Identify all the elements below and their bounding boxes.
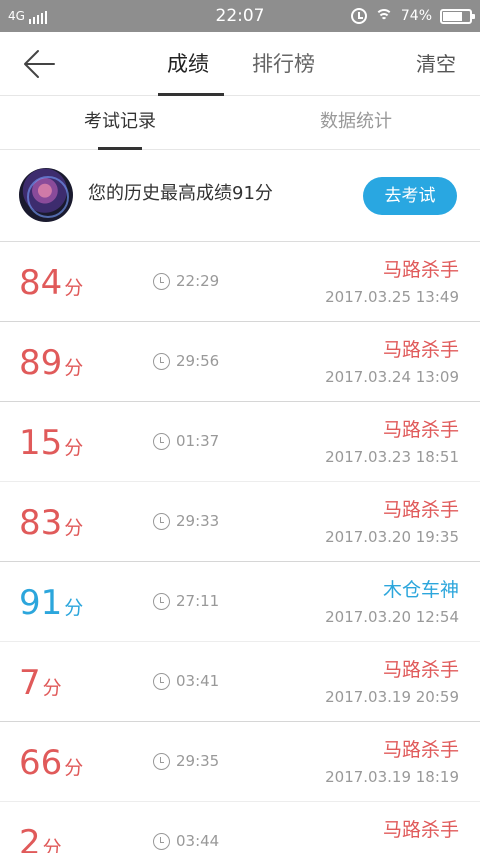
clock-icon: [153, 672, 170, 690]
score: 7分: [19, 663, 62, 703]
clock-icon: [153, 272, 170, 290]
score-unit: 分: [64, 357, 84, 379]
duration-value: 03:44: [176, 832, 220, 850]
exam-record-list: 84 分 22:29 马路杀手 2017.03.25 13:49 89 分 29:5…: [0, 242, 480, 853]
wifi-icon: [374, 9, 393, 23]
record-date: 2017.03.19 18:19: [325, 768, 459, 786]
clock-icon: [153, 592, 170, 610]
status-bar: 4G 22:07 74%: [0, 0, 480, 32]
duration-value: 27:11: [176, 592, 220, 610]
record-date: 2017.03.24 13:09: [325, 368, 459, 386]
score-value: 84: [19, 263, 63, 303]
battery-percent: 74%: [400, 8, 432, 24]
record-date: 2017.03.19 20:59: [325, 688, 459, 706]
list-item[interactable]: 84 分 22:29 马路杀手 2017.03.25 13:49: [0, 242, 480, 322]
score-unit: 分: [42, 837, 62, 853]
score-value: 2: [19, 823, 41, 853]
header: 成绩 排行榜 清空: [0, 32, 480, 96]
clock-icon: [153, 752, 170, 770]
duration: 29:56: [153, 352, 219, 370]
record-date: 2017.03.23 18:51: [325, 448, 459, 466]
score-unit: 分: [64, 597, 84, 619]
record-title: 木仓车神: [382, 579, 459, 601]
subtab-statistics[interactable]: 数据统计: [320, 110, 392, 134]
score: 2分: [19, 823, 62, 853]
record-date: 2017.03.25 13:49: [325, 288, 459, 306]
duration: 22:29: [153, 272, 219, 290]
score-value: 83: [19, 503, 63, 543]
clock-icon: [153, 832, 170, 850]
clock-icon: [153, 512, 170, 530]
list-item[interactable]: 89 分 29:56 马路杀手 2017.03.24 13:09: [0, 322, 480, 402]
score-value: 66: [19, 743, 63, 783]
record-date: 2017.03.20 12:54: [325, 608, 459, 626]
clock-icon: [153, 352, 170, 370]
list-item[interactable]: 91 分 27:11 木仓车神 2017.03.20 12:54: [0, 562, 480, 642]
duration: 27:11: [153, 592, 219, 610]
take-exam-button[interactable]: 去考试: [363, 177, 457, 215]
subtab-exam-records[interactable]: 考试记录: [84, 110, 156, 134]
list-item[interactable]: 83 分 29:33 马路杀手 2017.03.20 19:35: [0, 482, 480, 562]
clock-icon: [153, 432, 170, 450]
score-unit: 分: [64, 437, 84, 459]
duration: 01:37: [153, 432, 219, 450]
record-date: 2017.03.20 19:35: [325, 528, 459, 546]
record-title: 马路杀手: [382, 659, 459, 681]
score: 89 分: [19, 343, 83, 383]
tab-leaderboard[interactable]: 排行榜: [252, 50, 315, 78]
score-value: 15: [19, 423, 63, 463]
score-value: 91: [19, 583, 63, 623]
duration: 29:33: [153, 512, 219, 530]
score-unit: 分: [64, 517, 84, 539]
alarm-icon: [350, 8, 367, 24]
score: 15 分: [19, 423, 83, 463]
duration-value: 29:33: [176, 512, 220, 530]
duration: 03:41: [153, 672, 219, 690]
duration-value: 22:29: [176, 272, 220, 290]
list-item[interactable]: 15 分 01:37 马路杀手 2017.03.23 18:51: [0, 402, 480, 482]
score-unit: 分: [64, 757, 84, 779]
back-arrow-icon: [24, 50, 55, 78]
duration-value: 01:37: [176, 432, 220, 450]
record-title: 马路杀手: [382, 259, 459, 281]
list-item[interactable]: 2分 03:44 马路杀手: [0, 802, 480, 853]
record-title: 马路杀手: [382, 739, 459, 761]
score: 66 分: [19, 743, 83, 783]
record-title: 马路杀手: [382, 339, 459, 361]
score-value: 7: [19, 663, 41, 703]
avatar[interactable]: [19, 168, 73, 222]
score-unit: 分: [64, 277, 84, 299]
battery-fill: [443, 11, 462, 21]
duration-value: 29:56: [176, 352, 220, 370]
tab-scores[interactable]: 成绩: [167, 50, 209, 78]
score: 91 分: [19, 583, 83, 623]
subtab-bar: 考试记录 数据统计: [0, 96, 480, 150]
score: 84 分: [19, 263, 83, 303]
clear-button[interactable]: 清空: [416, 50, 456, 78]
score-value: 89: [19, 343, 63, 383]
best-score-text: 您的历史最高成绩91分: [88, 183, 273, 204]
profile-summary: 您的历史最高成绩91分 去考试: [0, 150, 480, 242]
duration-value: 29:35: [176, 752, 220, 770]
back-button[interactable]: [22, 48, 62, 80]
record-title: 马路杀手: [382, 819, 459, 841]
record-title: 马路杀手: [382, 419, 459, 441]
list-item[interactable]: 7分 03:41 马路杀手 2017.03.19 20:59: [0, 642, 480, 722]
status-icons: 74%: [350, 7, 475, 25]
duration: 29:35: [153, 752, 219, 770]
duration-value: 03:41: [176, 672, 220, 690]
list-item[interactable]: 66 分 29:35 马路杀手 2017.03.19 18:19: [0, 722, 480, 802]
record-title: 马路杀手: [382, 499, 459, 521]
score: 83 分: [19, 503, 83, 543]
duration: 03:44: [153, 832, 219, 850]
battery-icon: [440, 8, 475, 24]
score-unit: 分: [42, 677, 62, 699]
